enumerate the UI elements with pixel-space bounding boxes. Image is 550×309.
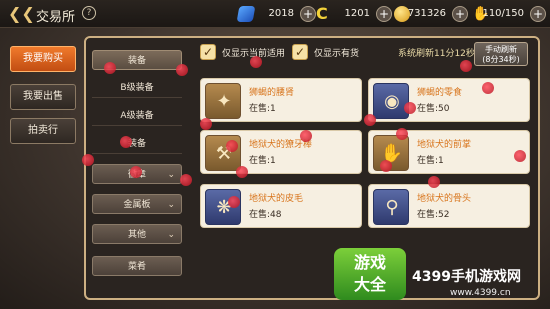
rose-petal	[176, 64, 188, 76]
category-other-label: 其他	[127, 230, 146, 240]
c-coin-icon: C	[316, 4, 328, 23]
watermark-logo-line2: 大全	[353, 275, 386, 294]
rose-petal	[380, 160, 392, 172]
chevron-down-icon: ⌄	[167, 170, 175, 180]
item-stock: 在售:1	[249, 104, 276, 114]
item-stock: 在售:1	[249, 156, 276, 166]
item-card[interactable]: ✋ 地狱犬的前掌 在售:1	[368, 130, 530, 174]
system-refresh-timer: 系统刷新11分12秒	[398, 49, 475, 59]
add-c-coin-button[interactable]: +	[376, 6, 392, 22]
watermark-url: www.4399.cn	[450, 288, 511, 298]
item-name: 地狱犬的前掌	[417, 140, 472, 150]
item-stock: 在售:1	[417, 156, 444, 166]
item-name: 地狱犬的皮毛	[249, 194, 304, 204]
diamond-icon	[236, 6, 256, 22]
add-gold-button[interactable]: +	[452, 6, 468, 22]
category-equipment-2[interactable]: 装备	[92, 134, 182, 154]
stamina-value: 110/150	[482, 8, 524, 19]
rose-petal	[120, 136, 132, 148]
item-stock: 在售:50	[417, 104, 450, 114]
rose-petal	[236, 166, 248, 178]
gold-value: 731326	[407, 8, 446, 19]
chevron-down-icon: ⌄	[167, 230, 175, 240]
tab-auction[interactable]: 拍卖行	[10, 118, 76, 144]
rose-petal	[228, 196, 240, 208]
category-b-equipment[interactable]: B级装备	[92, 78, 182, 98]
add-diamond-button[interactable]: +	[300, 6, 316, 22]
item-stock: 在售:52	[417, 210, 450, 220]
back-arrow-icon[interactable]: ❮❮	[8, 4, 35, 24]
rose-petal	[180, 174, 192, 186]
c-coin-value: 1201	[344, 8, 370, 19]
rose-petal	[226, 140, 238, 152]
item-card[interactable]: ⚒ 地狱犬的獠牙棒 在售:1	[200, 130, 362, 174]
category-a-equipment[interactable]: A级装备	[92, 106, 182, 126]
rose-petal	[130, 166, 142, 178]
item-name: 狮蝎的零食	[417, 88, 463, 98]
page-title: 交易所	[36, 10, 76, 25]
rose-petal	[404, 102, 416, 114]
manual-refresh-countdown: (8分34秒)	[482, 55, 520, 64]
watermark-logo: 游戏 大全	[334, 248, 406, 300]
rose-petal	[514, 150, 526, 162]
manual-refresh-button[interactable]: 手动刷新 (8分34秒)	[474, 42, 528, 66]
c-coin-counter: C 1201 +	[316, 5, 392, 23]
only-in-stock-checkbox[interactable]: ✓	[292, 44, 308, 60]
item-card[interactable]: ◉ 狮蝎的零食 在售:50	[368, 78, 530, 122]
chevron-down-icon: ⌄	[167, 200, 175, 210]
item-stock: 在售:48	[249, 210, 282, 220]
help-icon[interactable]: ?	[82, 6, 96, 20]
rose-petal	[104, 62, 116, 74]
item-card[interactable]: ❋ 地狱犬的皮毛 在售:48	[200, 184, 362, 228]
watermark-site: 4399手机游戏网	[412, 269, 521, 285]
rose-petal	[300, 130, 312, 142]
category-metal-plate-label: 金属板	[123, 200, 151, 210]
item-name: 狮蝎的腰肾	[249, 88, 295, 98]
rose-petal	[396, 128, 408, 140]
gold-counter: 731326 +	[394, 5, 468, 23]
stamina-counter: ✋ 110/150 +	[472, 5, 546, 23]
manual-refresh-label: 手动刷新	[485, 45, 517, 54]
rose-petal	[200, 118, 212, 130]
rose-petal	[250, 56, 262, 68]
rose-petal	[82, 154, 94, 166]
diamond-value: 2018	[268, 8, 294, 19]
add-stamina-button[interactable]: +	[530, 6, 546, 22]
rose-petal	[482, 82, 494, 94]
tab-sell[interactable]: 我要出售	[10, 84, 76, 110]
rose-petal	[364, 114, 376, 126]
item-name: 地狱犬的骨头	[417, 194, 472, 204]
only-usable-checkbox[interactable]: ✓	[200, 44, 216, 60]
watermark-logo-line1: 游戏	[353, 253, 386, 272]
only-in-stock-label: 仅显示有货	[314, 49, 360, 59]
item-card[interactable]: ✦ 狮蝎的腰肾 在售:1	[200, 78, 362, 122]
tab-buy[interactable]: 我要购买	[10, 46, 76, 72]
category-dish[interactable]: 菜肴	[92, 256, 182, 276]
scorpion-snack-icon: ◉	[373, 83, 409, 119]
scorpion-kidney-icon: ✦	[205, 83, 241, 119]
rose-petal	[428, 176, 440, 188]
category-metal-plate-dropdown[interactable]: 金属板 ⌄	[92, 194, 182, 214]
diamond-counter: 2018 +	[236, 5, 316, 23]
item-card[interactable]: ⚲ 地狱犬的骨头 在售:52	[368, 184, 530, 228]
bone-icon: ⚲	[373, 189, 409, 225]
rose-petal	[460, 60, 472, 72]
category-other-dropdown[interactable]: 其他 ⌄	[92, 224, 182, 244]
